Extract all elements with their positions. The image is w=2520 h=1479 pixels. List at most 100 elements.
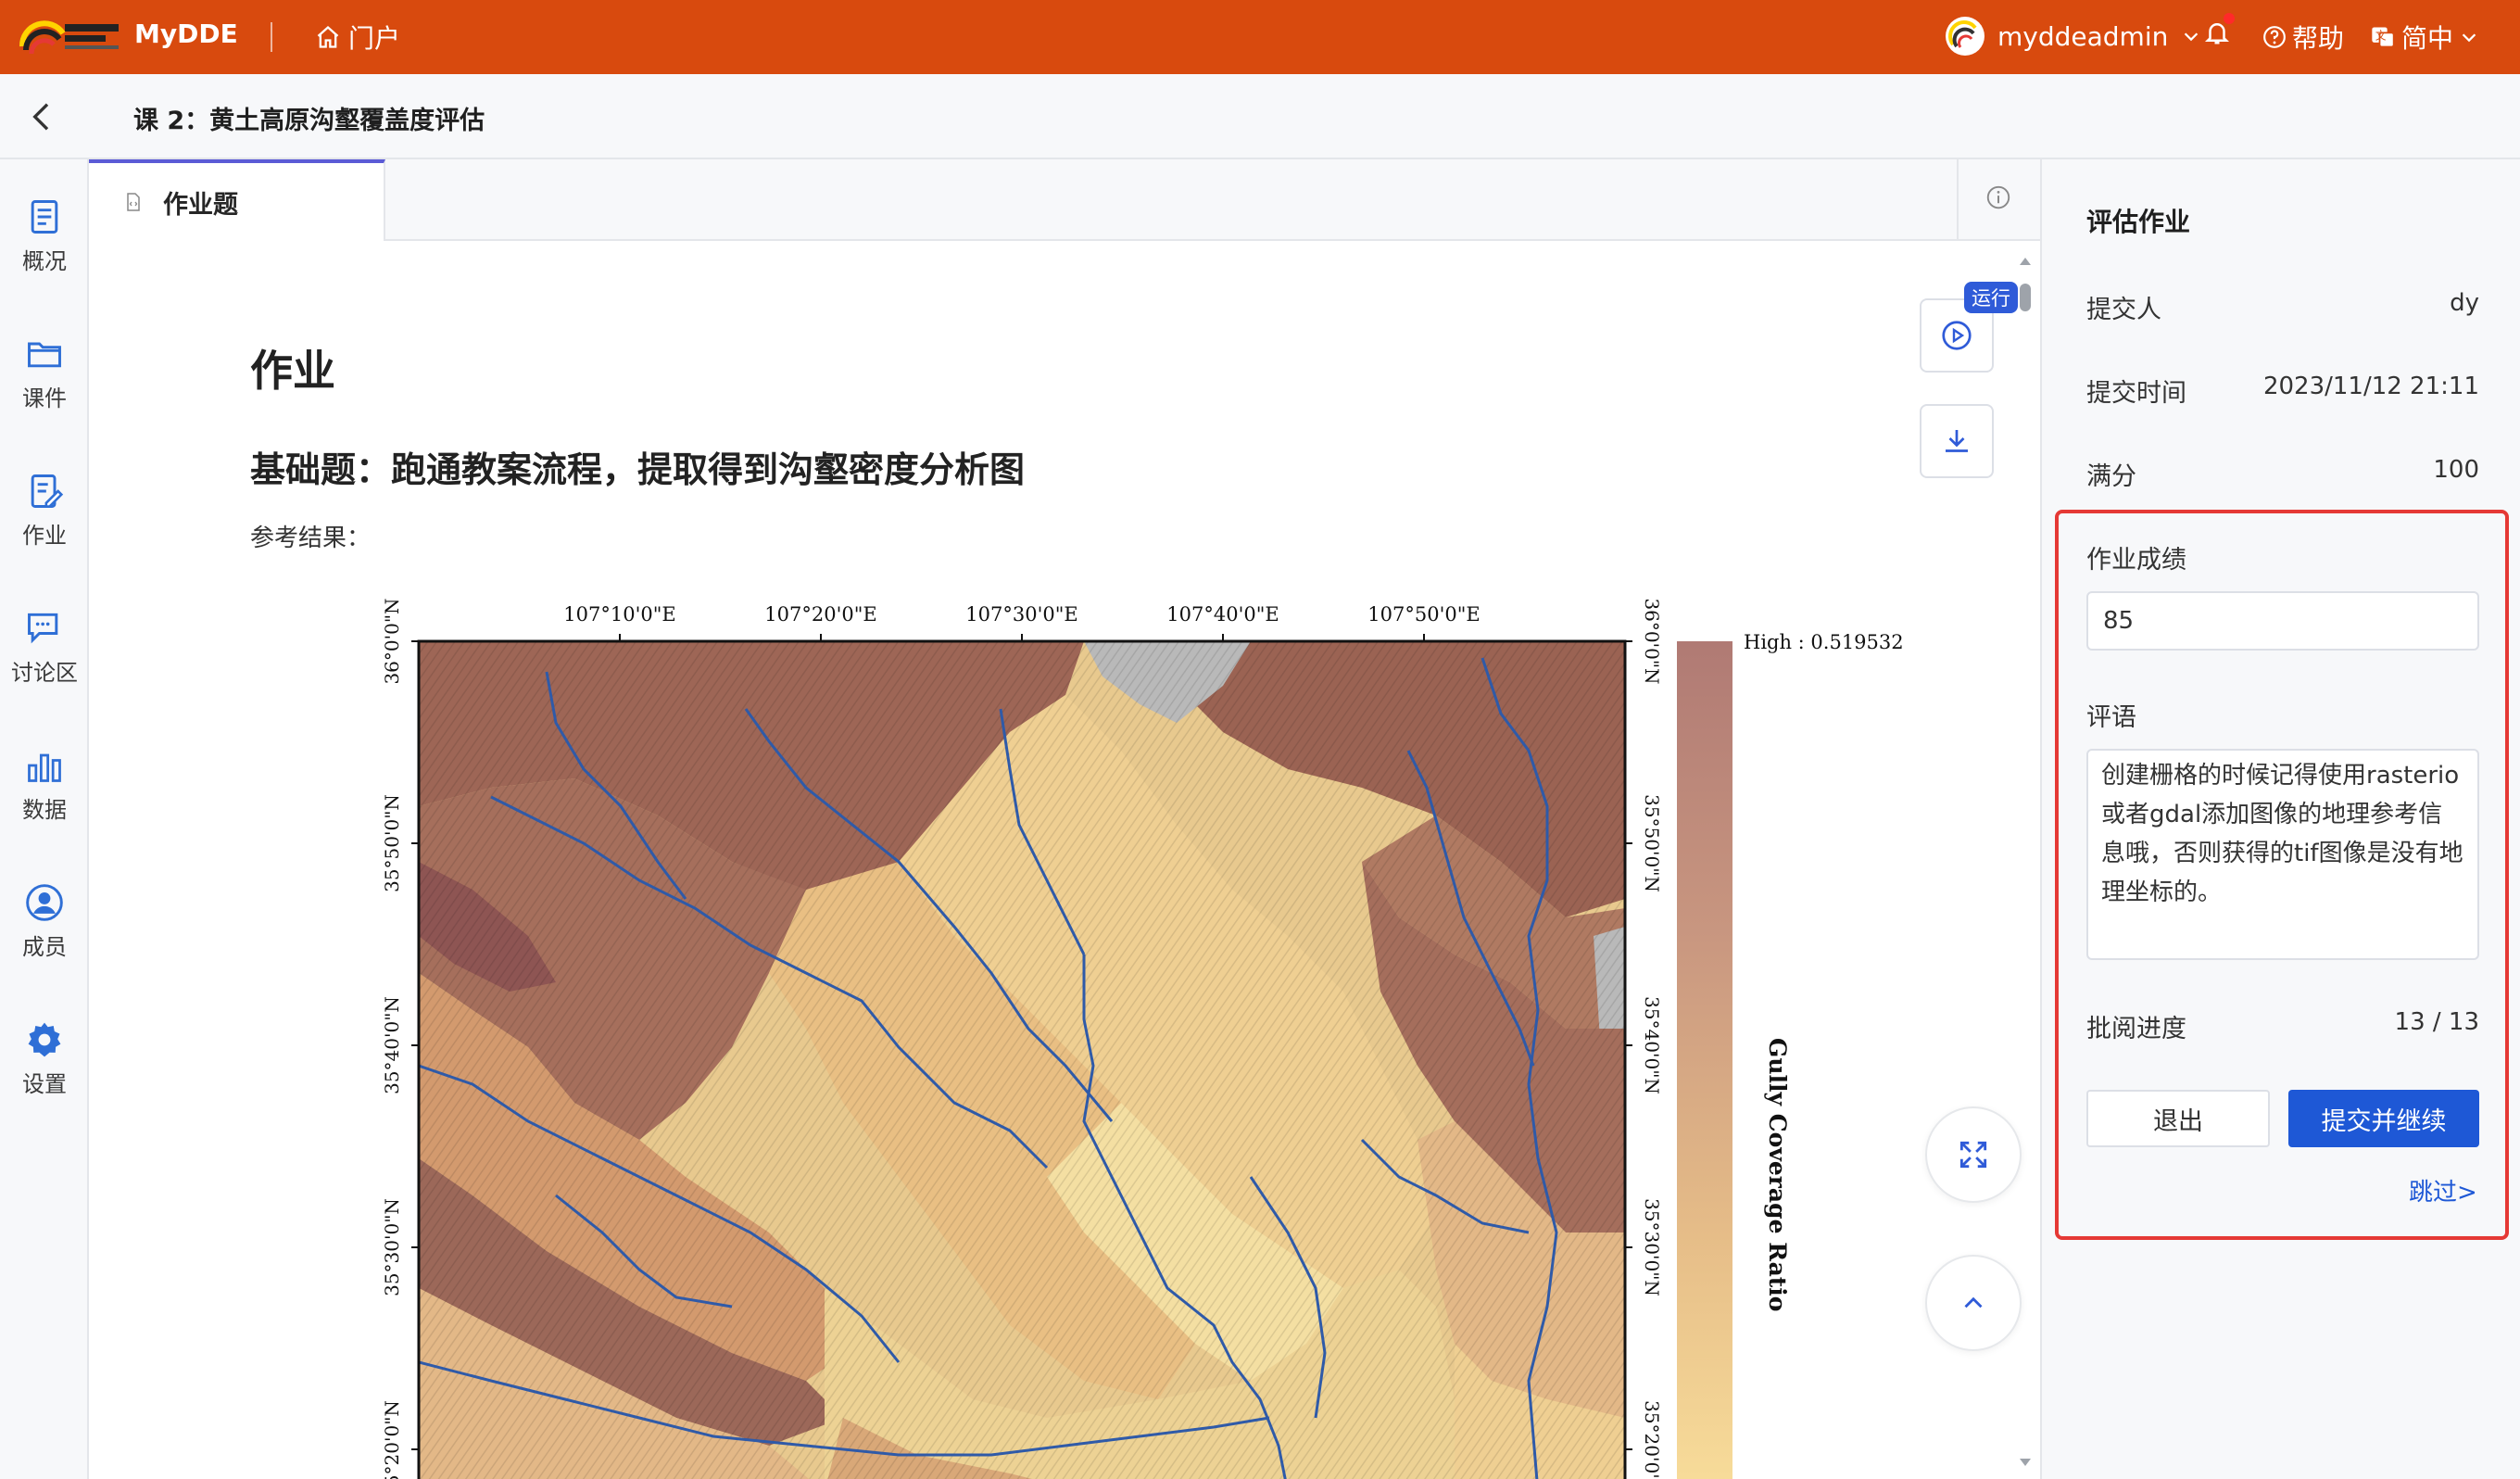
map-legend-title: Gully Coverage Ratio [1764,1038,1791,1311]
scrollbar[interactable] [2016,250,2035,1473]
notification-dot [2224,13,2235,24]
user-menu[interactable]: myddeadmin [1946,17,2201,56]
chevron-down-icon [2185,32,2199,42]
submit-continue-button[interactable]: 提交并继续 [2288,1090,2479,1147]
tab-label: 作业题 [163,190,238,220]
tab-strip [385,159,2040,239]
sidebar-item-overview[interactable]: 概况 [0,196,89,275]
play-icon [1942,321,1972,350]
sidebar-item-settings[interactable]: 设置 [0,1019,89,1098]
portal-link[interactable]: 门户 [315,19,400,56]
progress-label: 批阅进度 [2086,1015,2186,1043]
full-score-row: 满分 100 [2086,456,2479,492]
help-label: 帮助 [2292,23,2345,54]
submitter-value: dy [2450,289,2479,317]
portal-label: 门户 [348,23,401,54]
sidebar-item-label: 设置 [22,1071,67,1097]
submit-time-row: 提交时间 2023/11/12 21:11 [2086,373,2479,409]
sidebar-item-label: 课件 [22,386,67,411]
score-input[interactable] [2086,591,2479,651]
doc-heading: 作业 [250,346,335,396]
chevron-up-icon [1964,1296,1983,1308]
language-switcher[interactable]: 文 简中 [2370,19,2479,56]
map-tick-left-4: 35°30'0"N [381,1198,403,1296]
map-tick-left-3: 35°40'0"N [381,996,403,1094]
chevron-left-icon [32,103,49,131]
submit-time-label: 提交时间 [2086,379,2186,408]
language-label: 简中 [2401,23,2454,54]
grading-title: 评估作业 [2086,207,2191,237]
help-link[interactable]: 帮助 [2262,19,2344,56]
sidebar-item-discussion[interactable]: 讨论区 [0,608,89,687]
divider [1957,159,1959,239]
map-tick-right-3: 35°40'0"N [1641,996,1663,1094]
comment-textarea[interactable]: 创建栅格的时候记得使用rasterio或者gdal添加图像的地理参考信息哦，否则… [2086,749,2479,960]
sidebar-item-label: 概况 [22,248,67,274]
fullscreen-button[interactable] [1925,1106,2022,1203]
members-icon [26,884,63,921]
exit-button[interactable]: 退出 [2086,1090,2270,1147]
courseware-icon [28,342,61,368]
map-tick-left-1: 36°0'0"N [381,598,403,684]
info-icon [1986,185,2010,209]
map-legend-high: High : 0.519532 [1744,631,1904,653]
scroll-top-button[interactable] [1925,1255,2022,1351]
course-header: 课 2：黄土高原沟壑覆盖度评估 [0,74,2520,159]
course-title: 课 2：黄土高原沟壑覆盖度评估 [133,107,485,135]
notebook-document[interactable]: 作业 基础题：跑通教案流程，提取得到沟壑密度分析图 参考结果： 107°10'0… [89,241,2040,1479]
map-tick-right-5: 35°20'0"N [1641,1400,1663,1479]
full-score-label: 满分 [2086,462,2136,491]
data-icon [28,753,61,782]
question-icon [2263,26,2286,48]
chevron-down-icon [2462,33,2476,43]
sidebar-item-members[interactable]: 成员 [0,882,89,961]
download-icon [1946,430,1968,452]
svg-text:文: 文 [2375,29,2387,42]
submitter-label: 提交人 [2086,296,2161,324]
grading-panel: 评估作业 提交人 dy 提交时间 2023/11/12 21:11 满分 100… [2040,159,2520,1479]
username: myddeadmin [1997,20,2169,52]
settings-icon [28,1022,61,1057]
tab-bar: 作业题 [89,159,2040,241]
map-tick-right-2: 35°50'0"N [1641,794,1663,892]
submitter-row: 提交人 dy [2086,289,2479,325]
scroll-thumb[interactable] [2020,284,2031,311]
sidebar-item-homework[interactable]: 作业 [0,471,89,550]
course-sidebar: 概况 课件 作业 讨论区 数据 成员 设置 [0,159,89,1479]
back-button[interactable] [24,98,61,139]
map-tick-top-5: 107°50'0"E [1367,603,1480,626]
run-badge[interactable]: 运行 [1964,282,2018,313]
info-button[interactable] [1984,183,2012,215]
map-tick-top-1: 107°10'0"E [563,603,675,626]
map-tick-left-5: 35°20'0"N [381,1400,403,1479]
expand-icon [1959,1141,1987,1169]
progress-row: 批阅进度 13 / 13 [2086,1008,2479,1044]
home-icon [317,25,339,48]
homework-icon [31,474,64,508]
sidebar-item-data[interactable]: 数据 [0,745,89,824]
translate-icon: 文 [2372,27,2395,48]
sidebar-item-label: 数据 [22,797,67,823]
map-tick-left-2: 35°50'0"N [381,794,403,892]
sidebar-item-courseware[interactable]: 课件 [0,334,89,412]
skip-link[interactable]: 跳过> [2409,1173,2477,1207]
sidebar-item-label: 讨论区 [11,660,78,686]
submit-time-value: 2023/11/12 21:11 [2262,373,2479,400]
brand-name[interactable]: MyDDE [134,19,238,49]
gully-density-map: 107°10'0"E 107°20'0"E 107°30'0"E 107°40'… [250,584,1918,1479]
top-nav-bar: MyDDE 门户 myddeadmin 帮助 文 简中 [0,0,2520,74]
tab-homework[interactable]: 作业题 [89,159,385,241]
notebook-file-icon [127,193,140,211]
map-raster [419,641,1625,1479]
progress-value: 13 / 13 [2394,1008,2479,1036]
deep-time-logo[interactable] [19,13,122,59]
score-label: 作业成绩 [2086,546,2186,575]
divider [271,22,272,52]
sidebar-item-label: 成员 [22,934,67,960]
doc-paragraph: 参考结果： [250,525,372,552]
map-legend-bar [1677,641,1732,1479]
download-button[interactable] [1920,404,1994,478]
user-avatar [1946,17,1984,56]
overview-icon [31,200,58,234]
doc-subheading: 基础题：跑通教案流程，提取得到沟壑密度分析图 [250,449,1026,490]
